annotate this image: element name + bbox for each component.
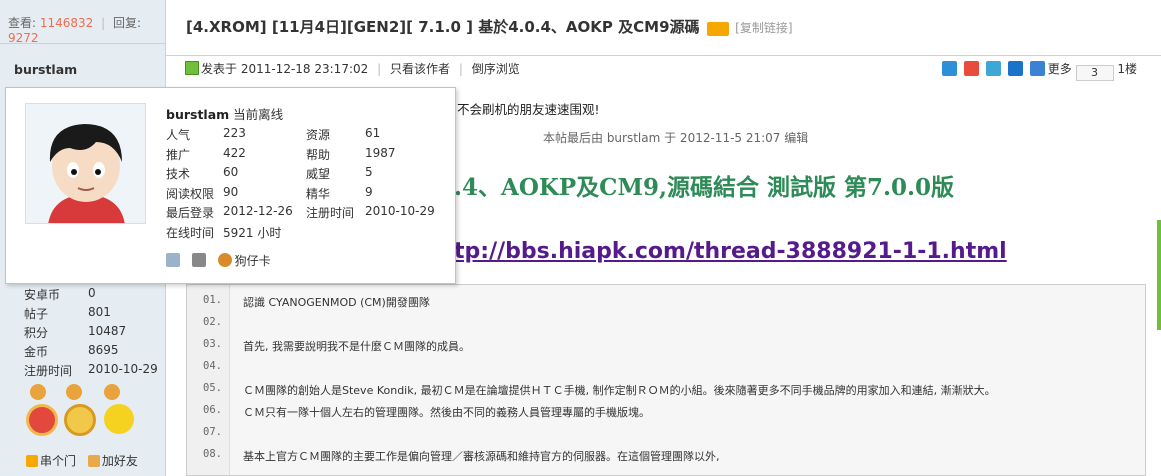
profile-row: 注册时间 2010-10-29	[24, 362, 158, 378]
code-line: 03. 首先, 我需要說明我不是什麼ＣＭ團隊的成員。	[203, 338, 470, 353]
popup-stat-row: 阅读权限 90 精华 9	[166, 184, 373, 201]
forum-thread-page: 查看: 1146832 | 回复: 9272 burstlam [4.XROM]…	[0, 0, 1161, 476]
add-friend-icon	[87, 455, 100, 467]
profile-row: 帖子 801	[24, 305, 111, 321]
thread-title: [4.XROM] [11月4日][GEN2][ 7.1.0 ] 基於4.0.4、…	[186, 18, 700, 36]
share-qq-icon[interactable]	[986, 61, 1002, 76]
code-line: 06. ＣＭ只有一隊十個人左右的管理團隊。然後由不同的義務人員管理專屬的手機版塊。	[203, 404, 650, 419]
add-friend-button[interactable]: 加好友	[102, 454, 138, 468]
side-scroll-indicator	[1157, 220, 1161, 330]
hot-badge-icon	[707, 21, 730, 36]
share-qzone-icon[interactable]	[942, 61, 958, 76]
code-line: 08. 基本上官方ＣＭ團隊的主要工作是偏向管理／審核源碼和維持官方的伺服器。在這個…	[203, 448, 720, 463]
popup-status: 当前离线	[233, 107, 284, 122]
medal-icon[interactable]	[30, 384, 46, 400]
profile-row: 安卓币 0	[24, 286, 96, 302]
avatar-cartoon-icon	[26, 104, 145, 223]
user-info-popup: burstlam 当前离线 人气 223 资源 61 推广 422 帮助 1987 技术 60 威…	[5, 87, 456, 284]
code-block: 01. 認識 CYANOGENMOD (CM)開發團隊 02. 03. 首先, 我需…	[186, 284, 1146, 476]
code-line: 05. ＣＭ團隊的創始人是Steve Kondik, 最初ＣＭ是在論壇提供ＨＴＣ手…	[203, 382, 996, 397]
visit-button[interactable]: 串个门	[40, 454, 76, 468]
profile-card-icon[interactable]	[166, 253, 180, 267]
code-line: 04.	[203, 360, 222, 372]
code-line: 07.	[203, 426, 222, 438]
medal-icon[interactable]	[66, 384, 82, 400]
code-line: 02.	[203, 316, 222, 328]
popup-actions: 狗仔卡	[166, 252, 271, 269]
popup-stat-row: 技术 60 威望 5	[166, 165, 373, 181]
speaker-icon[interactable]	[191, 253, 206, 267]
medal-icon[interactable]	[26, 404, 58, 436]
only-author-link[interactable]: 只看该作者	[390, 62, 450, 76]
thread-stats: 查看: 1146832 | 回复: 9272	[0, 0, 165, 45]
share-weibo-icon[interactable]	[964, 61, 980, 76]
medal-icon[interactable]	[104, 404, 134, 434]
post-headline: .4、AOKP及CM9,源碼結合 測試版 第7.0.0版	[454, 174, 954, 201]
share-more-icon[interactable]	[1029, 61, 1045, 76]
thread-header: [4.XROM] [11月4日][GEN2][ 7.1.0 ] 基於4.0.4、…	[166, 0, 1161, 56]
dog-card-label[interactable]: 狗仔卡	[235, 254, 271, 268]
popup-stat-row: 最后登录 2012-12-26 注册时间 2010-10-29	[166, 204, 435, 220]
thread-link[interactable]: tp://bbs.hiapk.com/thread-3888921-1-1.ht…	[454, 239, 1007, 264]
visit-icon	[26, 455, 38, 467]
share-more-label[interactable]: 更多	[1048, 62, 1072, 76]
floor-number: 1楼	[1117, 62, 1137, 76]
code-line: 01. 認識 CYANOGENMOD (CM)開發團隊	[203, 294, 430, 309]
online-status-icon	[185, 61, 199, 75]
reverse-order-link[interactable]: 倒序浏览	[472, 62, 520, 76]
replies-count: 9272	[8, 31, 39, 45]
medal-icon[interactable]	[64, 404, 96, 436]
post-meta-bar: 发表于 2011-12-18 23:17:02 | 只看该作者 | 倒序浏览 更…	[185, 60, 1161, 81]
author-profile-stats: 安卓币 0 帖子 801 积分 10487 金币 8695 注册时间 2010-10-29	[24, 286, 164, 381]
edit-note: 本帖最后由 burstlam 于 2012-11-5 21:07 编辑	[543, 131, 809, 145]
avatar[interactable]	[25, 103, 146, 224]
share-renren-icon[interactable]	[1007, 61, 1023, 76]
medal-row	[26, 382, 146, 442]
author-name[interactable]: burstlam	[0, 58, 166, 86]
popup-stats: 人气 223 资源 61 推广 422 帮助 1987 技术 60 威望 5 阅读权限 90 精华 9 …	[166, 126, 456, 243]
page-jump-input[interactable]: 3	[1075, 65, 1114, 81]
profile-row: 金币 8695	[24, 343, 119, 359]
profile-row: 积分 10487	[24, 324, 127, 340]
post-date: 发表于 2011-12-18 23:17:02	[201, 62, 369, 76]
popup-stat-row: 推广 422 帮助 1987	[166, 145, 396, 162]
views-count: 1146832	[39, 16, 94, 30]
popup-stat-row: 人气 223 资源 61	[166, 126, 381, 142]
medal-icon[interactable]	[104, 384, 120, 400]
post-intro: 不会刷机的朋友速速围观!	[457, 102, 600, 117]
views-label: 查看:	[8, 16, 37, 30]
share-toolbar: 更多 3 1楼	[942, 60, 1137, 81]
popup-stat-row: 在线时间 5921 小时	[166, 225, 282, 240]
replies-label: 回复:	[113, 16, 142, 30]
popup-username[interactable]: burstlam	[166, 107, 229, 122]
friend-actions: 串个门 加好友	[26, 452, 138, 469]
dog-card-icon[interactable]	[217, 253, 232, 267]
copy-link-button[interactable]: [复制链接]	[735, 21, 792, 35]
